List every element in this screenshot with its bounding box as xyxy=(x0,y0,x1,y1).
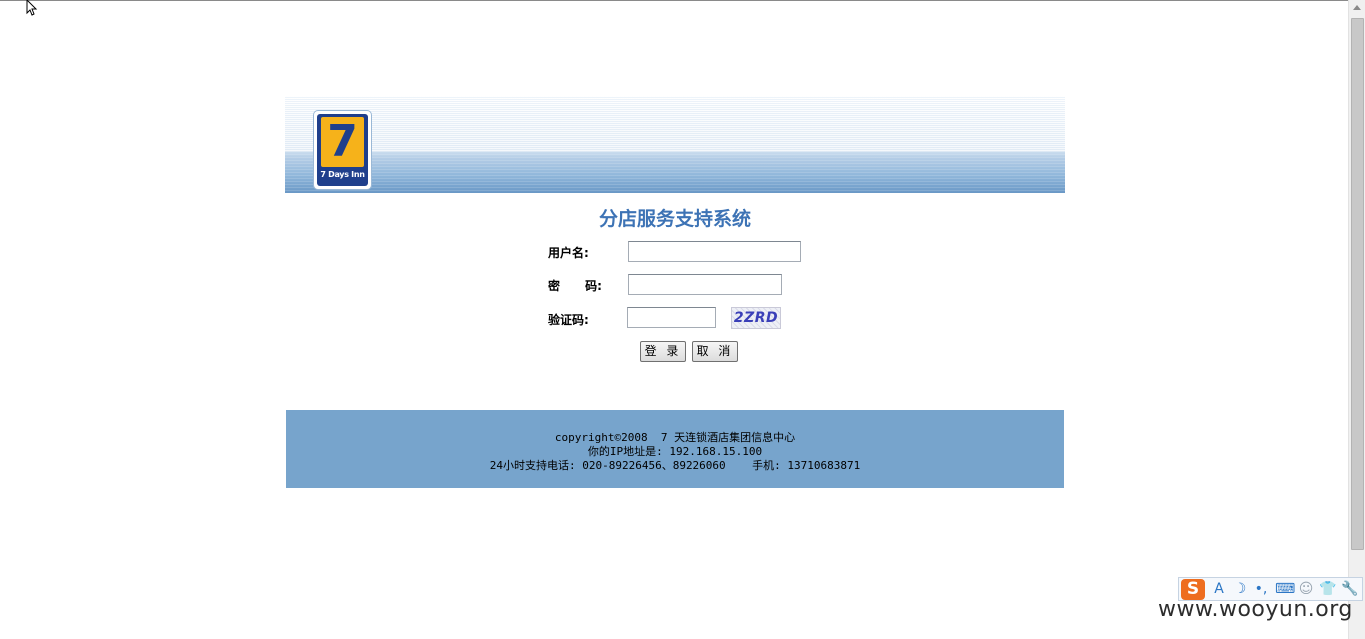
scroll-up-arrow-icon[interactable] xyxy=(1353,5,1361,10)
seven-days-inn-logo: 7 7 Days Inn xyxy=(314,111,371,189)
username-input[interactable] xyxy=(628,241,801,262)
footer: copyright©2008 7 天连锁酒店集团信息中心 你的IP地址是: 19… xyxy=(286,410,1064,488)
login-button[interactable]: 登 录 xyxy=(640,341,686,362)
captcha-label: 验证码: xyxy=(548,313,589,327)
password-input[interactable] xyxy=(628,274,782,295)
logo-frame: 7 7 Days Inn xyxy=(317,114,368,186)
window-top-border xyxy=(0,0,1350,1)
page-title: 分店服务支持系统 xyxy=(598,208,751,230)
captcha-image[interactable]: 2ZRD xyxy=(731,307,781,329)
cancel-button[interactable]: 取 消 xyxy=(692,341,738,362)
captcha-input[interactable] xyxy=(627,307,716,328)
watermark: www.wooyun.org xyxy=(1158,597,1353,622)
mouse-cursor-icon xyxy=(26,0,38,16)
password-label: 密 码: xyxy=(548,279,602,293)
banner-stripes xyxy=(285,96,1065,151)
logo-numeral: 7 xyxy=(327,116,358,167)
footer-support-phone: 24小时支持电话: 020-89226456、89226060 手机: 1371… xyxy=(489,459,861,472)
header-banner: 7 7 Days Inn xyxy=(285,96,1065,193)
banner-band xyxy=(285,151,1065,193)
logo-badge: 7 xyxy=(321,117,364,167)
scroll-thumb[interactable] xyxy=(1351,18,1364,550)
logo-wordmark: 7 Days Inn xyxy=(320,170,365,179)
vertical-scrollbar[interactable] xyxy=(1348,0,1365,639)
username-label: 用户名: xyxy=(548,246,589,260)
